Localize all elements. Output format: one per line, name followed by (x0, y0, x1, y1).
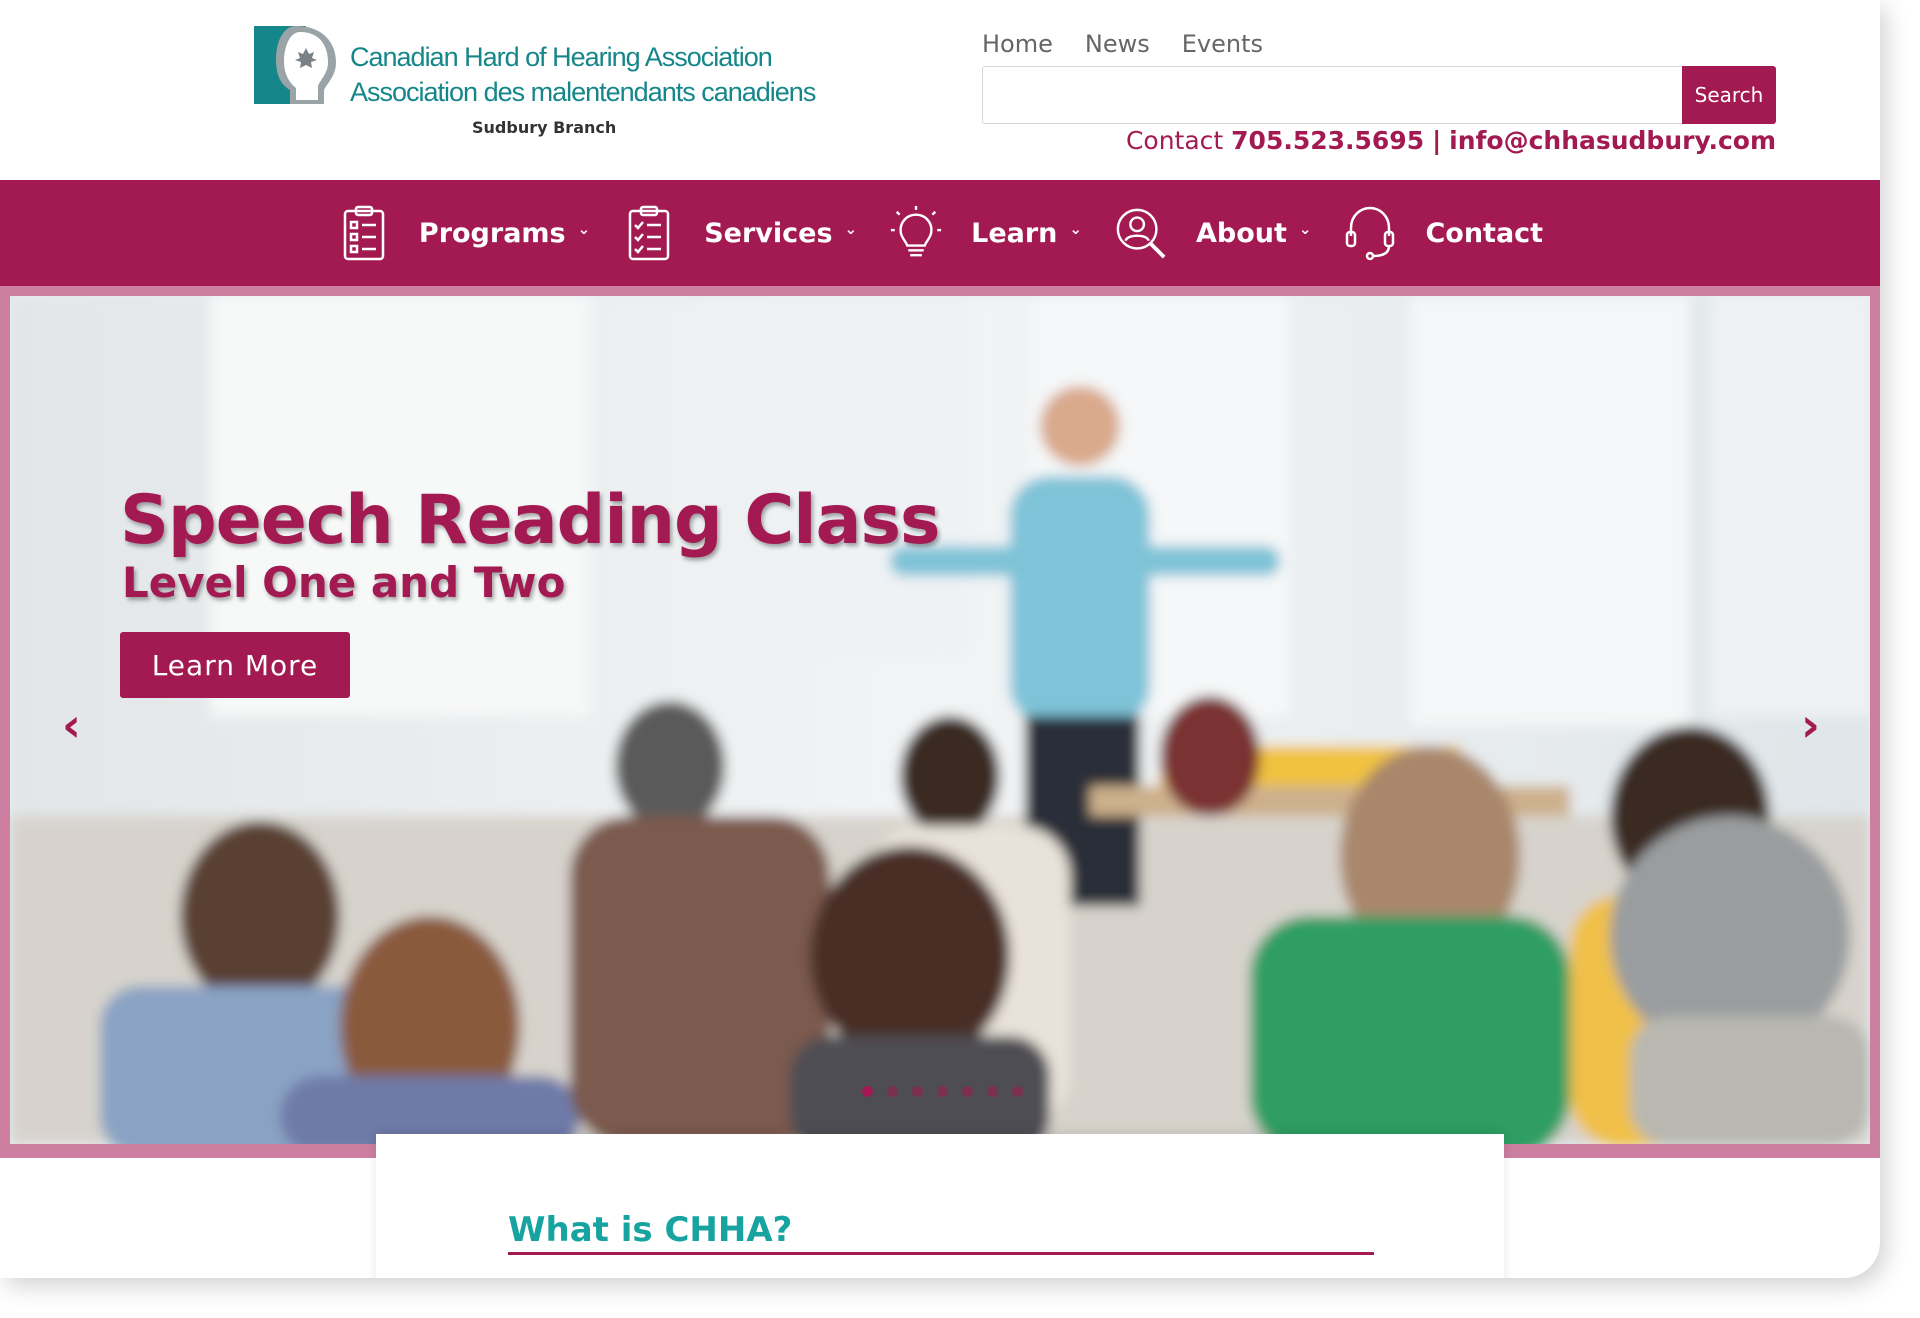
section-divider (508, 1252, 1374, 1255)
nav-label-contact: Contact (1425, 217, 1544, 249)
top-links: Home News Events (982, 30, 1263, 58)
logo-line-english: Canadian Hard of Hearing Association (350, 42, 773, 72)
learn-more-button[interactable]: Learn More (120, 632, 350, 698)
nav-label-about: About (1195, 217, 1287, 249)
contact-phone[interactable]: 705.523.5695 (1231, 126, 1424, 155)
hero-slider: Speech Reading Class Level One and Two L… (0, 286, 1880, 1158)
slider-dot[interactable] (937, 1086, 948, 1097)
search-person-icon (1114, 204, 1168, 262)
lightbulb-icon (889, 204, 943, 262)
nav-item-learn[interactable]: Learn ⌄ (889, 204, 1082, 262)
slider-dot[interactable] (912, 1086, 923, 1097)
chevron-left-icon[interactable]: ‹ (62, 698, 81, 752)
nav-item-services[interactable]: Services ⌄ (622, 204, 857, 262)
about-chha-card: What is CHHA? (376, 1134, 1504, 1278)
logo-branch: Sudbury Branch (472, 118, 617, 137)
nav-item-contact[interactable]: Contact (1343, 204, 1543, 262)
hero-background-image (10, 296, 1870, 1144)
hero-slide: Speech Reading Class Level One and Two L… (10, 296, 1870, 1144)
top-link-events[interactable]: Events (1182, 30, 1263, 58)
chevron-down-icon: ⌄ (1298, 220, 1312, 238)
main-nav: Programs ⌄ Services ⌄ Learn ⌄ About ⌄ Co… (0, 180, 1880, 286)
checklist-icon (622, 204, 676, 262)
slider-dots (862, 1086, 1023, 1097)
search-input[interactable] (982, 66, 1682, 124)
contact-email[interactable]: info@chhasudbury.com (1449, 126, 1776, 155)
nav-item-programs[interactable]: Programs ⌄ (337, 204, 590, 262)
chevron-down-icon: ⌄ (577, 220, 591, 238)
slider-dot[interactable] (962, 1086, 973, 1097)
contact-line: Contact 705.523.5695 | info@chhasudbury.… (1126, 126, 1776, 155)
clipboard-icon (337, 204, 391, 262)
logo[interactable]: Canadian Hard of Hearing Association Ass… (254, 24, 816, 144)
nav-label-programs: Programs (418, 217, 566, 249)
headset-icon (1343, 204, 1397, 262)
nav-label-services: Services (704, 217, 833, 249)
chevron-down-icon: ⌄ (1069, 220, 1082, 238)
contact-separator: | (1432, 126, 1442, 155)
contact-prefix: Contact (1125, 126, 1224, 155)
logo-line-french: Association des malentendants canadiens (350, 77, 816, 107)
hero-title: Speech Reading Class (120, 481, 940, 560)
browser-frame: Canadian Hard of Hearing Association Ass… (0, 0, 1880, 1278)
slider-dot[interactable] (1012, 1086, 1023, 1097)
logo-mark-icon (254, 26, 336, 104)
search-button[interactable]: Search (1682, 66, 1776, 124)
nav-item-about[interactable]: About ⌄ (1114, 204, 1311, 262)
slider-dot[interactable] (862, 1086, 873, 1097)
nav-label-learn: Learn (971, 217, 1058, 249)
top-link-home[interactable]: Home (982, 30, 1053, 58)
section-title: What is CHHA? (508, 1210, 793, 1250)
chevron-down-icon: ⌄ (844, 220, 858, 238)
slider-dot[interactable] (887, 1086, 898, 1097)
chevron-right-icon[interactable]: › (1801, 698, 1820, 752)
top-link-news[interactable]: News (1085, 30, 1150, 58)
hero-subtitle: Level One and Two (122, 558, 566, 607)
slider-dot[interactable] (987, 1086, 998, 1097)
